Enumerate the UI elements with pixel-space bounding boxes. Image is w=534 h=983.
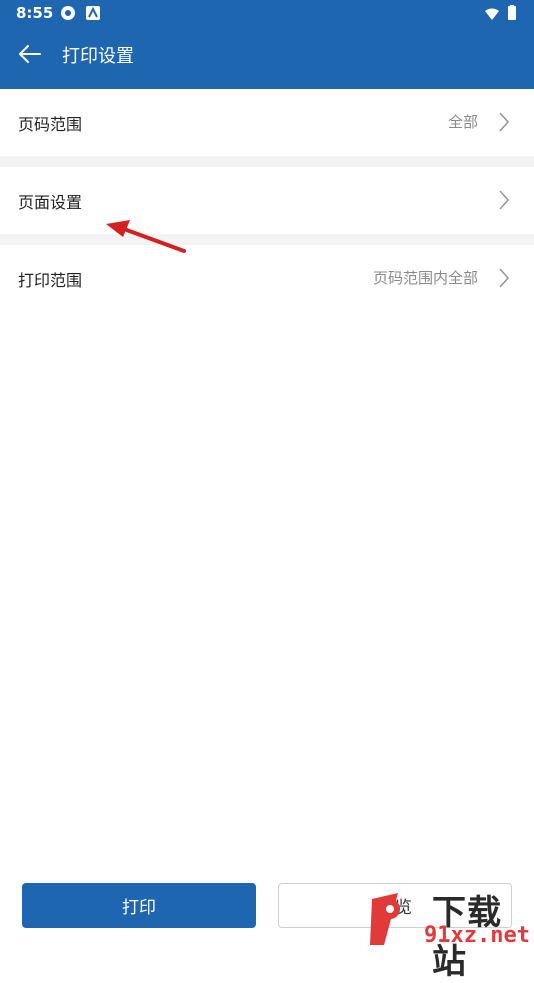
print-range-label: 打印范围 xyxy=(18,271,83,290)
page-range-row[interactable]: 页码范围 全部 xyxy=(0,89,534,156)
notification-icon xyxy=(86,6,100,20)
watermark-url: 91xz.net xyxy=(424,923,530,948)
print-range-value: 页码范围内全部 xyxy=(372,269,478,287)
print-button[interactable]: 打印 xyxy=(22,883,256,928)
wifi-icon xyxy=(485,8,499,20)
page-setup-label: 页面设置 xyxy=(18,193,83,212)
status-time: 8:55 xyxy=(16,4,54,22)
app-bar: 8:55 打印设置 xyxy=(0,0,534,89)
section-divider xyxy=(0,234,534,245)
page-range-value: 全部 xyxy=(447,113,478,131)
chevron-right-icon xyxy=(499,190,510,210)
battery-icon xyxy=(508,5,516,20)
annotation-arrow-icon xyxy=(106,220,186,253)
section-divider xyxy=(0,156,534,167)
page-title: 打印设置 xyxy=(62,46,134,67)
watermark-mark-icon xyxy=(370,893,400,945)
app-indicator-icon xyxy=(61,6,75,20)
chevron-right-icon xyxy=(499,112,510,132)
back-arrow-icon[interactable] xyxy=(16,40,44,68)
page-range-label: 页码范围 xyxy=(18,115,83,134)
chevron-right-icon xyxy=(499,268,510,288)
watermark-logo: 下载站 91xz.net xyxy=(364,883,534,982)
page-setup-row[interactable]: 页面设置 xyxy=(0,167,534,234)
print-range-row[interactable]: 打印范围 页码范围内全部 xyxy=(0,245,534,312)
